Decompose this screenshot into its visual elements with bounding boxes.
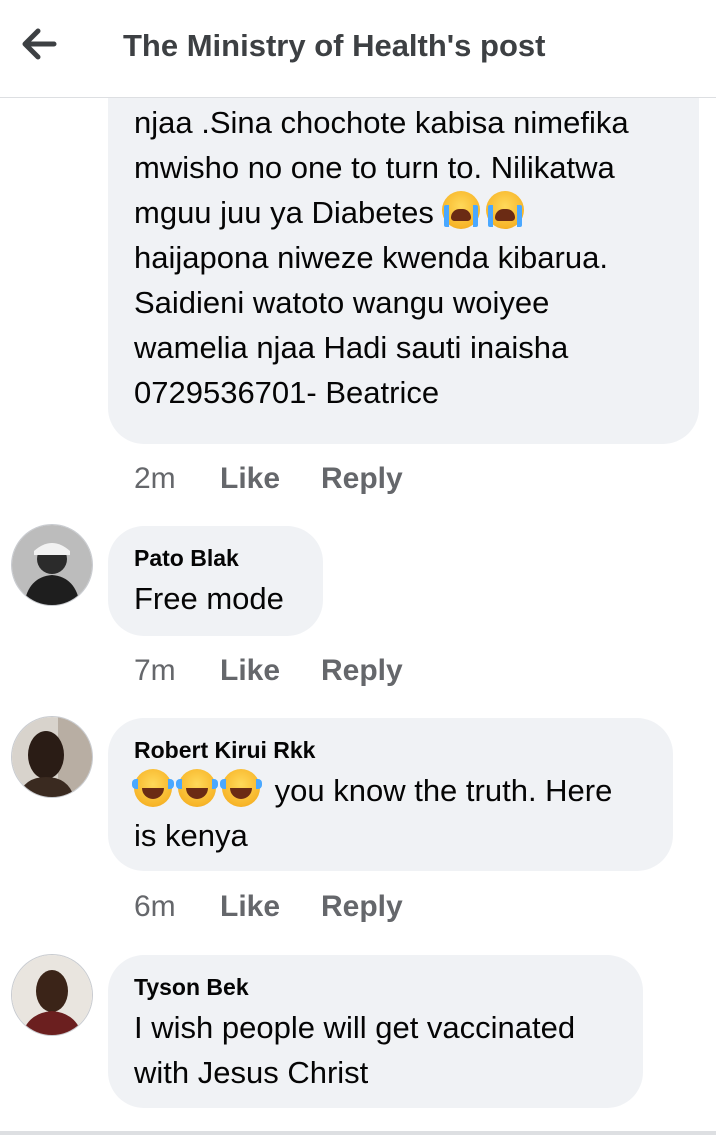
comment-text-segment: you know the truth. Here xyxy=(274,773,613,808)
comment-time: 7m xyxy=(134,654,176,687)
tears-of-joy-emoji-icon xyxy=(220,769,262,807)
divider xyxy=(0,1131,716,1135)
comment-time: 2m xyxy=(134,462,176,495)
comment-text-line: haijapona niweze kwenda kibarua. xyxy=(134,240,608,275)
comment-author[interactable]: Robert Kirui Rkk xyxy=(134,736,647,764)
comment-text-segment: mguu juu ya Diabetes xyxy=(134,195,434,230)
like-button[interactable]: Like xyxy=(220,890,321,924)
avatar[interactable] xyxy=(12,717,92,797)
top-bar: The Ministry of Health's post xyxy=(0,0,716,98)
loudly-crying-emoji-icon xyxy=(442,191,481,229)
comment-text: you know the truth. Here is kenya xyxy=(132,768,647,858)
comment-author[interactable]: Pato Blak xyxy=(134,544,297,572)
avatar-image xyxy=(12,525,92,605)
comment-actions: 6m Like Reply xyxy=(134,890,403,924)
comment-bubble: njaa .Sina chochote kabisa nimefika mwis… xyxy=(108,97,699,444)
comment-text: njaa .Sina chochote kabisa nimefika mwis… xyxy=(134,97,673,415)
comment-text-line: mguu juu ya Diabetes xyxy=(134,190,673,235)
tears-of-joy-emoji-icon xyxy=(132,769,174,807)
avatar[interactable] xyxy=(12,955,92,1035)
loudly-crying-emoji-icon xyxy=(486,191,525,229)
back-button[interactable] xyxy=(18,22,68,66)
comment-text-line: Saidieni watoto wangu woiyee xyxy=(134,285,550,320)
like-button[interactable]: Like xyxy=(220,654,321,688)
page-title: The Ministry of Health's post xyxy=(123,28,546,63)
comment-time: 6m xyxy=(134,890,176,923)
comment-text-line: mwisho no one to turn to. Nilikatwa xyxy=(134,150,615,185)
comment-bubble: Robert Kirui Rkk you know the truth. Her… xyxy=(108,718,673,871)
reply-button[interactable]: Reply xyxy=(321,462,403,496)
avatar-image xyxy=(12,717,92,797)
comment-text: Free mode xyxy=(134,581,284,616)
comment-text-line: njaa .Sina chochote kabisa nimefika xyxy=(134,105,629,140)
comment-text-line: I wish people will get vaccinated xyxy=(134,1010,576,1045)
like-button[interactable]: Like xyxy=(220,462,321,496)
back-arrow-icon xyxy=(22,28,57,60)
comment-bubble: Pato Blak Free mode xyxy=(108,526,323,636)
comment-text-line: you know the truth. Here xyxy=(132,768,647,813)
comment-bubble: Tyson Bek I wish people will get vaccina… xyxy=(108,955,643,1108)
avatar[interactable] xyxy=(12,525,92,605)
tears-of-joy-emoji-icon xyxy=(176,769,218,807)
comment-actions: 2m Like Reply xyxy=(134,462,403,496)
reply-button[interactable]: Reply xyxy=(321,654,403,688)
comment-text-line: wamelia njaa Hadi sauti inaisha xyxy=(134,330,569,365)
comment-author[interactable]: Tyson Bek xyxy=(134,973,617,1001)
reply-button[interactable]: Reply xyxy=(321,890,403,924)
comment-text-line: 0729536701- Beatrice xyxy=(134,375,440,410)
comment-text: I wish people will get vaccinated with J… xyxy=(134,1005,617,1095)
comment-text-line: with Jesus Christ xyxy=(134,1055,369,1090)
comments-list[interactable]: njaa .Sina chochote kabisa nimefika mwis… xyxy=(0,97,716,1132)
comment-actions: 7m Like Reply xyxy=(134,654,403,688)
comment-text-line: is kenya xyxy=(134,818,248,853)
avatar-image xyxy=(12,955,92,1035)
